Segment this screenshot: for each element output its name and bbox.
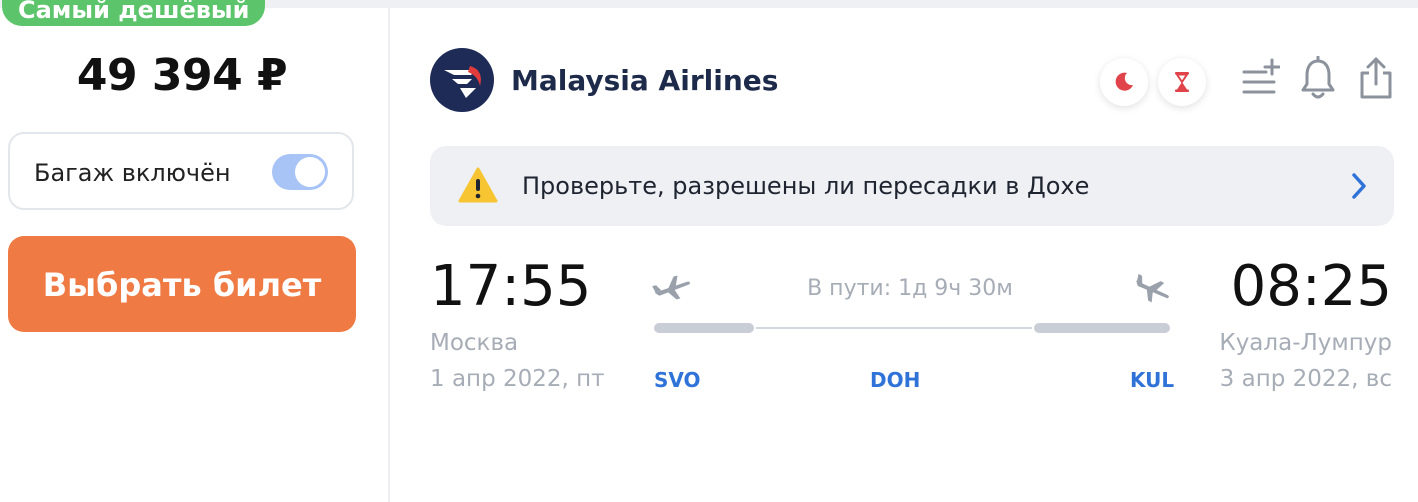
flight-segment-1 [654,323,754,333]
landing-plane-icon [1136,274,1169,303]
chevron-right-icon[interactable] [1350,172,1368,200]
origin-airport-code: SVO [654,368,701,392]
night-flight-badge[interactable] [1100,58,1148,106]
flight-segment-2 [1034,323,1170,333]
airline-logo [430,48,494,112]
warning-icon [458,167,498,203]
share-icon[interactable] [1357,56,1395,100]
layover-line [756,327,1032,329]
baggage-toggle[interactable] [272,154,328,190]
departure-city: Москва [430,330,519,356]
warning-text: Проверьте, разрешены ли пересадки в Дохе [522,172,1090,200]
add-list-icon[interactable] [1240,56,1280,100]
cheapest-badge: Самый дешёвый [2,0,266,26]
long-layover-badge[interactable] [1158,58,1206,106]
departure-date: 1 апр 2022, пт [430,366,605,392]
takeoff-plane-icon [652,275,690,300]
panel-divider [388,8,390,502]
destination-airport-code: KUL [1130,368,1175,392]
flight-duration: В пути: 1д 9ч 30м [807,276,1013,301]
toggle-knob [295,157,325,187]
ticket-price: 49 394 ₽ [76,50,288,101]
transfer-warning[interactable]: Проверьте, разрешены ли пересадки в Дохе [430,146,1394,226]
arrival-city: Куала-Лумпур [1219,330,1392,356]
stop-airport-code: DOH [870,368,921,392]
hourglass-icon [1175,72,1189,92]
arrival-date: 3 апр 2022, вс [1219,366,1392,392]
select-ticket-button[interactable]: Выбрать билет [8,236,356,332]
moon-icon [1115,72,1133,91]
airline-name: Malaysia Airlines [511,64,779,97]
baggage-label: Багаж включён [34,159,231,187]
departure-time: 17:55 [430,254,592,319]
arrival-time: 08:25 [1230,254,1392,319]
baggage-option[interactable]: Багаж включён [8,132,354,210]
bell-icon[interactable] [1299,56,1337,102]
